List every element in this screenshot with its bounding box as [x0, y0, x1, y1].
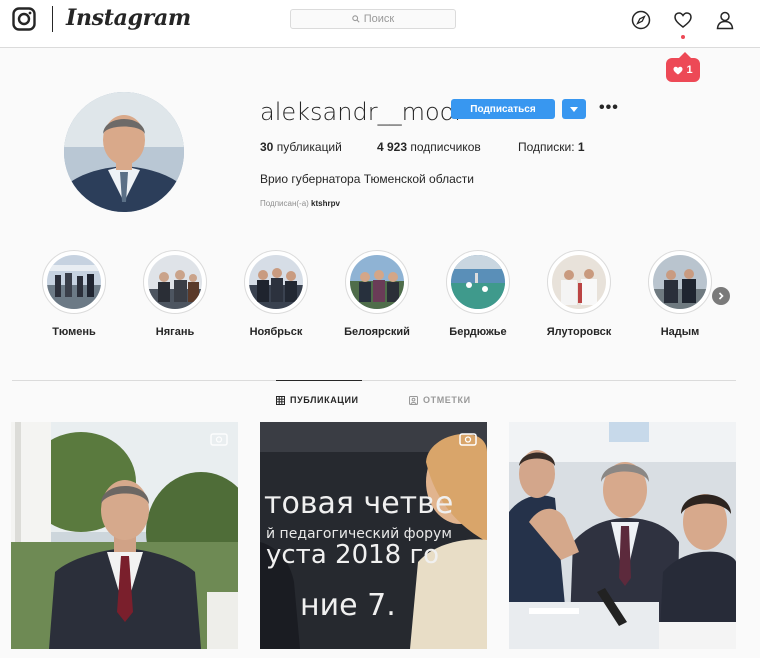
story-highlight[interactable]: Тюмень — [39, 250, 109, 338]
highlights-next-button[interactable] — [712, 287, 730, 305]
notification-count: 1 — [686, 64, 693, 76]
highlight-label: Ялуторовск — [546, 326, 612, 338]
story-highlight[interactable]: Белоярский — [342, 250, 412, 338]
notification-dot — [681, 35, 685, 39]
story-highlight[interactable]: Бердюжье — [443, 250, 513, 338]
instagram-wordmark[interactable]: Instagram — [66, 5, 191, 31]
chevron-right-icon — [718, 292, 724, 300]
follow-button[interactable]: Подписаться — [451, 99, 555, 119]
search-icon — [352, 15, 360, 23]
post-thumbnail[interactable] — [509, 422, 736, 649]
event-sign-line: товая четве — [264, 486, 454, 521]
active-tab-indicator — [276, 380, 362, 381]
notification-popup[interactable]: 1 — [666, 52, 700, 82]
story-highlight[interactable]: Нягань — [140, 250, 210, 338]
logo-separator — [52, 6, 53, 32]
highlight-thumbnail — [350, 255, 404, 309]
highlight-label: Бердюжье — [449, 326, 507, 338]
instagram-camera-icon[interactable] — [12, 7, 36, 31]
compass-icon[interactable] — [631, 10, 651, 30]
tagged-icon — [409, 395, 418, 405]
post-image — [11, 422, 238, 649]
highlight-thumbnail — [451, 255, 505, 309]
story-highlight[interactable]: Ноябрьск — [241, 250, 311, 338]
followers-count[interactable]: 4 923 подписчиков — [377, 140, 481, 154]
followed-by[interactable]: Подписан(-а) ktshrpv — [260, 199, 340, 208]
highlight-thumbnail — [148, 255, 202, 309]
igtv-icon — [459, 433, 477, 446]
post-thumbnail[interactable] — [11, 422, 238, 649]
avatar-photo — [64, 92, 184, 212]
tab-posts-label: ПУБЛИКАЦИИ — [290, 395, 359, 405]
post-thumbnail[interactable]: товая четве й педагогический форум уста … — [260, 422, 487, 649]
search-input[interactable]: Поиск — [290, 9, 456, 29]
highlight-label: Белоярский — [344, 326, 410, 338]
heart-filled-icon — [673, 66, 683, 74]
tab-posts[interactable]: ПУБЛИКАЦИИ — [276, 395, 359, 405]
highlight-label: Тюмень — [52, 326, 96, 338]
post-image — [509, 422, 736, 649]
story-highlight[interactable]: Ялуторовск — [544, 250, 614, 338]
profile-username: aleksandr__moor — [260, 98, 465, 126]
event-sign-line: ние 7. — [300, 588, 396, 623]
highlight-label: Нягань — [155, 326, 195, 338]
highlight-thumbnail — [653, 255, 707, 309]
story-highlight[interactable]: Надым — [645, 250, 715, 338]
event-sign-line: уста 2018 го — [266, 540, 440, 570]
tab-tagged-label: ОТМЕТКИ — [423, 395, 471, 405]
heart-icon[interactable] — [673, 10, 693, 30]
tab-tagged[interactable]: ОТМЕТКИ — [409, 395, 471, 405]
posts-count: 30 публикаций — [260, 140, 342, 154]
following-count[interactable]: Подписки: 1 — [518, 140, 585, 154]
suggestions-dropdown-button[interactable] — [562, 99, 586, 119]
ellipsis-icon[interactable]: ••• — [599, 99, 619, 117]
igtv-icon — [210, 433, 228, 446]
highlight-thumbnail — [552, 255, 606, 309]
profile-avatar[interactable] — [64, 92, 184, 212]
profile-bio: Врио губернатора Тюменской области — [260, 172, 474, 186]
search-placeholder: Поиск — [363, 13, 395, 25]
chevron-down-icon — [570, 106, 578, 112]
grid-icon — [276, 395, 285, 405]
highlight-label: Ноябрьск — [249, 326, 303, 338]
highlight-thumbnail — [47, 255, 101, 309]
tabs-divider — [12, 380, 736, 381]
person-icon[interactable] — [715, 10, 735, 30]
highlight-thumbnail — [249, 255, 303, 309]
top-navigation-bar: Instagram Поиск — [0, 0, 760, 48]
highlight-label: Надым — [660, 326, 700, 338]
